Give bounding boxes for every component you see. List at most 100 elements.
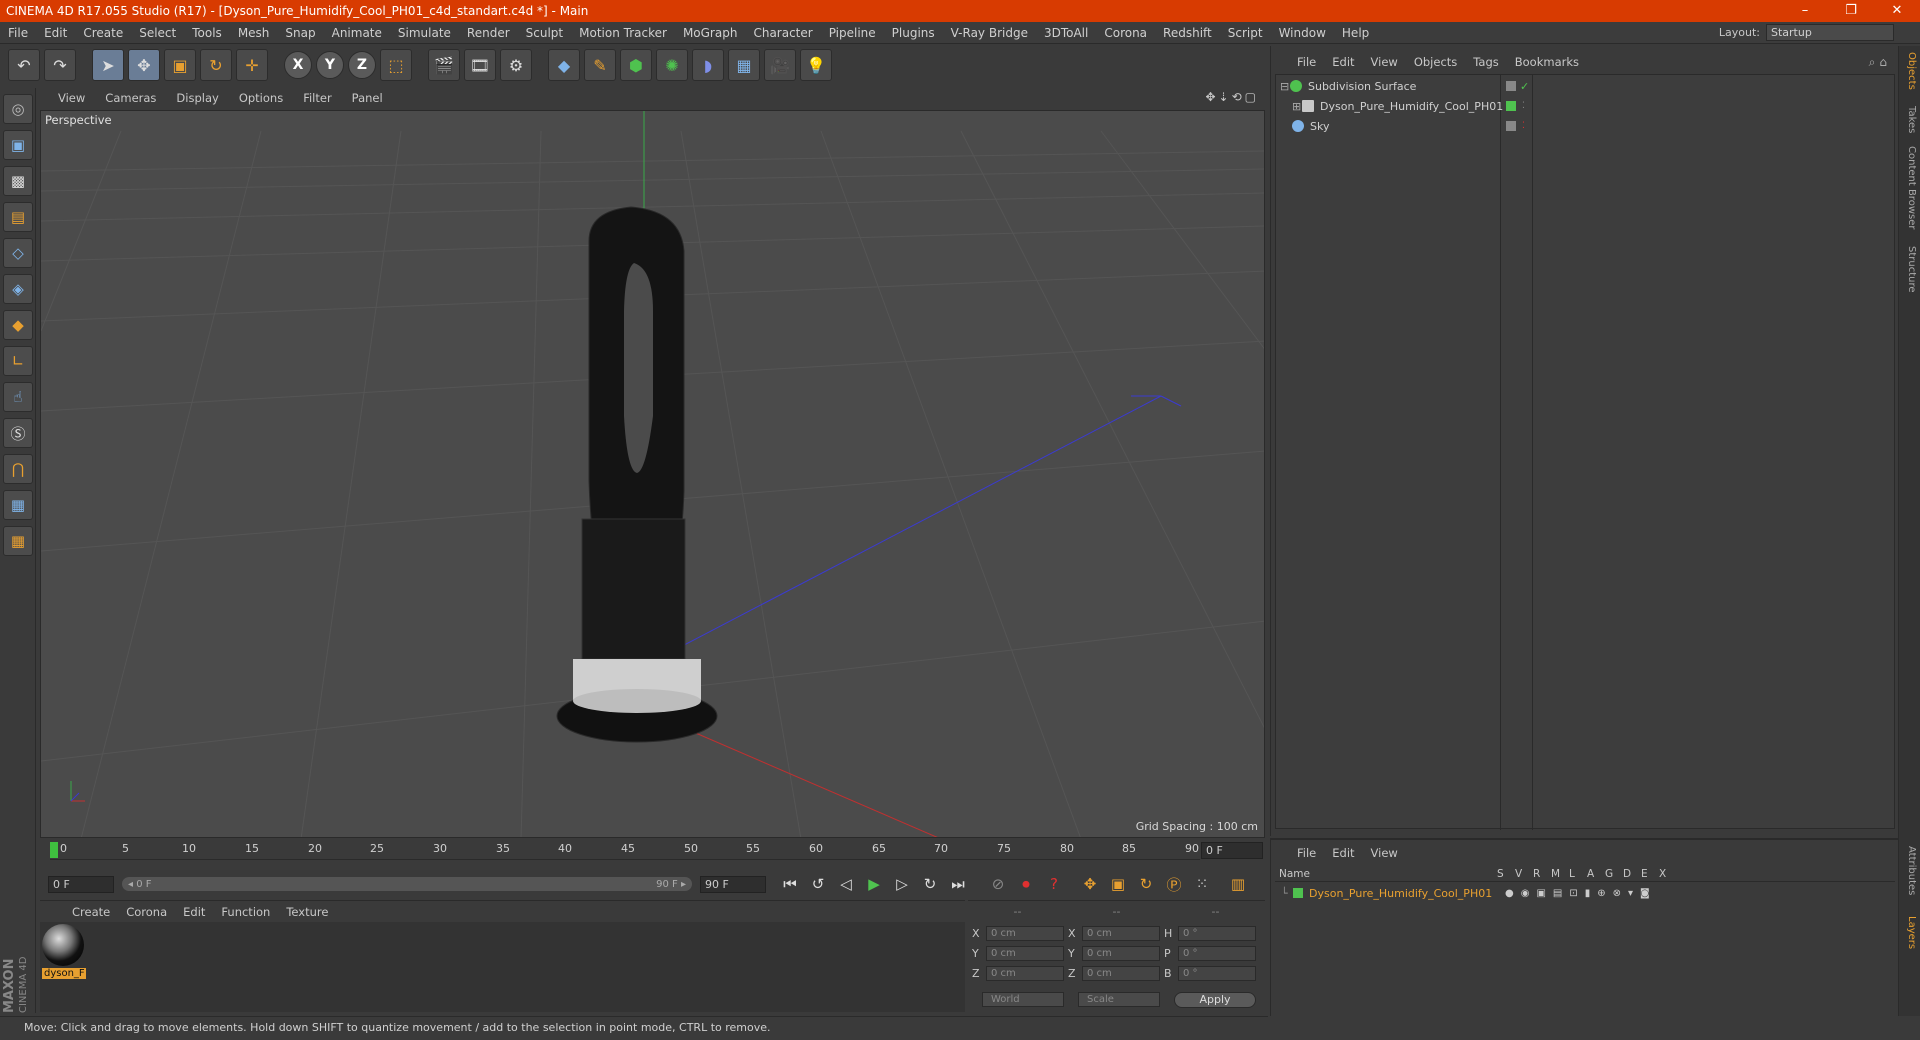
deformer-icon[interactable]: ◗: [692, 49, 724, 81]
tab-takes[interactable]: Takes: [1906, 106, 1917, 133]
scale-tool-icon[interactable]: ▣: [164, 49, 196, 81]
viewport-menu-options[interactable]: Options: [229, 91, 293, 105]
next-key-icon[interactable]: ↻: [918, 872, 942, 896]
layer-color-icon[interactable]: [1506, 101, 1516, 111]
workplane-mode-icon[interactable]: ▤: [3, 202, 33, 232]
go-to-start-icon[interactable]: ⏮: [778, 872, 802, 896]
menu-create[interactable]: Create: [75, 26, 131, 40]
viewport-menu-display[interactable]: Display: [166, 91, 228, 105]
axis-mode-icon[interactable]: ∟: [3, 346, 33, 376]
material-menu-create[interactable]: Create: [64, 905, 118, 919]
next-frame-icon[interactable]: ▷: [890, 872, 914, 896]
menu-window[interactable]: Window: [1271, 26, 1334, 40]
menu-snap[interactable]: Snap: [277, 26, 323, 40]
position-y-field[interactable]: 0 cm: [986, 946, 1064, 961]
menu-file[interactable]: File: [0, 26, 36, 40]
frame-range-slider[interactable]: ◂ 0 F 90 F ▸: [122, 877, 692, 891]
camera-icon[interactable]: 🎥: [764, 49, 796, 81]
floor-icon[interactable]: ▦: [728, 49, 760, 81]
x-axis-icon[interactable]: X: [284, 51, 312, 79]
editor-visibility-icon[interactable]: [1506, 81, 1516, 91]
menu-animate[interactable]: Animate: [324, 26, 390, 40]
move-tool-icon[interactable]: ✥: [128, 49, 160, 81]
model-mode-icon[interactable]: ▣: [3, 130, 33, 160]
layer-menu-view[interactable]: View: [1363, 846, 1406, 860]
menu-vray-bridge[interactable]: V-Ray Bridge: [943, 26, 1036, 40]
obj-menu-bookmarks[interactable]: Bookmarks: [1507, 55, 1587, 69]
timeline-layout-icon[interactable]: ▥: [1226, 872, 1250, 896]
key-position-icon[interactable]: ✥: [1078, 872, 1102, 896]
tree-row-sky[interactable]: Sky ⁚: [1276, 117, 1894, 135]
size-x-field[interactable]: 0 cm: [1082, 926, 1160, 941]
render-picture-viewer-icon[interactable]: 🎞: [464, 49, 496, 81]
cloner-icon[interactable]: ✺: [656, 49, 688, 81]
viewport-nav-icons[interactable]: ✥⇣⟲▢: [1205, 90, 1259, 104]
menu-plugins[interactable]: Plugins: [884, 26, 943, 40]
visibility-dots-icon[interactable]: ⁚: [1522, 101, 1525, 111]
keyframe-selection-icon[interactable]: ?: [1042, 872, 1066, 896]
undo-icon[interactable]: ↶: [8, 49, 40, 81]
go-to-end-icon[interactable]: ⏭: [946, 872, 970, 896]
obj-menu-objects[interactable]: Objects: [1406, 55, 1465, 69]
size-y-field[interactable]: 0 cm: [1082, 946, 1160, 961]
timeline-ruler[interactable]: 0 5 10 15 20 25 30 35 40 45 50 55 60 65 …: [50, 840, 1200, 860]
tree-row-dyson[interactable]: ⊞ Dyson_Pure_Humidify_Cool_PH01 ⁚: [1276, 97, 1894, 115]
layer-name[interactable]: Dyson_Pure_Humidify_Cool_PH01: [1309, 887, 1505, 900]
scale-mode-dropdown[interactable]: Scale: [1078, 992, 1160, 1007]
expand-icon[interactable]: ⊟: [1280, 80, 1290, 93]
menu-mograph[interactable]: MoGraph: [675, 26, 746, 40]
autokey-icon[interactable]: ⏺: [1014, 872, 1038, 896]
light-icon[interactable]: 💡: [800, 49, 832, 81]
tab-content-browser[interactable]: Content Browser: [1906, 146, 1917, 229]
coordinate-system-icon[interactable]: ⬚: [380, 49, 412, 81]
points-mode-icon[interactable]: ◇: [3, 238, 33, 268]
maximize-button[interactable]: ❐: [1828, 0, 1874, 22]
start-frame-field[interactable]: 0 F: [48, 875, 114, 893]
previous-frame-icon[interactable]: ◁: [834, 872, 858, 896]
z-axis-icon[interactable]: Z: [348, 51, 376, 79]
obj-menu-file[interactable]: File: [1289, 55, 1324, 69]
viewport-menu-filter[interactable]: Filter: [293, 91, 341, 105]
previous-key-icon[interactable]: ↺: [806, 872, 830, 896]
obj-menu-tags[interactable]: Tags: [1465, 55, 1506, 69]
tab-structure[interactable]: Structure: [1906, 246, 1917, 293]
menu-character[interactable]: Character: [745, 26, 820, 40]
key-pla-icon[interactable]: ⁙: [1190, 872, 1214, 896]
size-z-field[interactable]: 0 cm: [1082, 966, 1160, 981]
redo-icon[interactable]: ↷: [44, 49, 76, 81]
material-menu-texture[interactable]: Texture: [278, 905, 336, 919]
polygons-mode-icon[interactable]: ◆: [3, 310, 33, 340]
menu-select[interactable]: Select: [131, 26, 184, 40]
material-thumbnail[interactable]: [42, 924, 84, 966]
menu-sculpt[interactable]: Sculpt: [518, 26, 571, 40]
tab-attributes[interactable]: Attributes: [1906, 846, 1917, 895]
layer-menu-file[interactable]: File: [1289, 846, 1324, 860]
obj-menu-edit[interactable]: Edit: [1324, 55, 1362, 69]
planar-workplane-icon[interactable]: ▦: [3, 526, 33, 556]
menu-tools[interactable]: Tools: [184, 26, 230, 40]
layer-color-swatch[interactable]: [1293, 888, 1303, 898]
record-keys-icon[interactable]: ⊘: [986, 872, 1010, 896]
menu-help[interactable]: Help: [1334, 26, 1377, 40]
layer-flag-icons[interactable]: ●◉▣▤⊡▮⊕⊗▾◙: [1505, 888, 1657, 899]
render-settings-icon[interactable]: ⚙: [500, 49, 532, 81]
magnet-icon[interactable]: ⋂: [3, 454, 33, 484]
material-menu-corona[interactable]: Corona: [118, 905, 175, 919]
menu-script[interactable]: Script: [1220, 26, 1271, 40]
coordinate-mode-dropdown[interactable]: World: [982, 992, 1064, 1007]
lock-workplane-icon[interactable]: ▦: [3, 490, 33, 520]
viewport-menu-panel[interactable]: Panel: [342, 91, 393, 105]
editor-visibility-icon[interactable]: [1506, 121, 1516, 131]
layer-row[interactable]: └ Dyson_Pure_Humidify_Cool_PH01 ●◉▣▤⊡▮⊕⊗…: [1275, 884, 1895, 902]
layout-dropdown[interactable]: Startup: [1766, 24, 1894, 41]
menu-corona[interactable]: Corona: [1096, 26, 1155, 40]
menu-3dtoall[interactable]: 3DToAll: [1036, 26, 1096, 40]
menu-redshift[interactable]: Redshift: [1155, 26, 1220, 40]
apply-button[interactable]: Apply: [1174, 992, 1256, 1008]
layer-menu-edit[interactable]: Edit: [1324, 846, 1362, 860]
edges-mode-icon[interactable]: ◈: [3, 274, 33, 304]
obj-menu-view[interactable]: View: [1363, 55, 1406, 69]
subdivision-icon[interactable]: ⬢: [620, 49, 652, 81]
viewport-menu-cameras[interactable]: Cameras: [95, 91, 166, 105]
end-frame-field[interactable]: 90 F: [700, 875, 766, 893]
